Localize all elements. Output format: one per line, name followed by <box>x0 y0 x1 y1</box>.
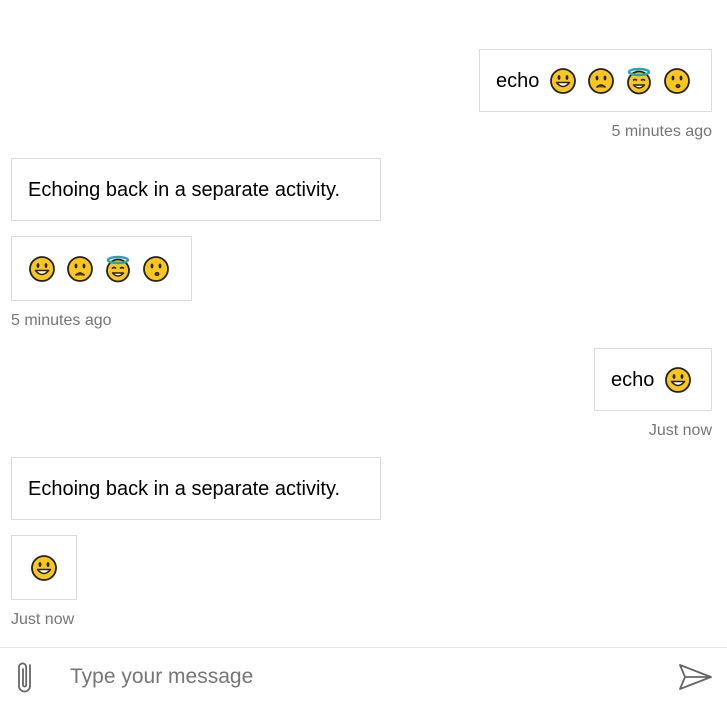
message-input[interactable] <box>62 658 668 696</box>
message-text: Echoing back in a separate activity. <box>28 178 341 201</box>
user-message-bubble: echo <box>479 49 712 112</box>
user-message-bubble: echo <box>594 348 712 411</box>
hushed-face-icon <box>142 255 170 283</box>
grinning-face-icon <box>28 255 56 283</box>
paperclip-icon[interactable] <box>12 659 40 695</box>
bot-message-bubble: Echoing back in a separate activity. <box>11 457 381 520</box>
bot-message-bubble: Echoing back in a separate activity. <box>11 158 381 221</box>
message-text: Echoing back in a separate activity. <box>28 477 341 500</box>
send-icon[interactable] <box>676 661 714 693</box>
bot-message-bubble <box>11 535 77 600</box>
grinning-face-icon <box>549 67 577 95</box>
frowning-face-icon <box>587 67 615 95</box>
message-timestamp: Just now <box>648 422 712 439</box>
bot-message-bubble <box>11 236 192 301</box>
halo-face-icon <box>104 255 132 283</box>
message-timestamp: 5 minutes ago <box>611 123 712 140</box>
halo-face-icon <box>625 67 653 95</box>
grinning-face-icon <box>664 366 692 394</box>
hushed-face-icon <box>663 67 691 95</box>
message-timestamp: Just now <box>11 611 75 628</box>
grinning-face-icon <box>30 554 58 582</box>
message-text: echo <box>496 69 540 92</box>
message-timestamp: 5 minutes ago <box>11 312 112 329</box>
send-box <box>0 647 727 706</box>
message-text: echo <box>611 368 655 391</box>
frowning-face-icon <box>66 255 94 283</box>
